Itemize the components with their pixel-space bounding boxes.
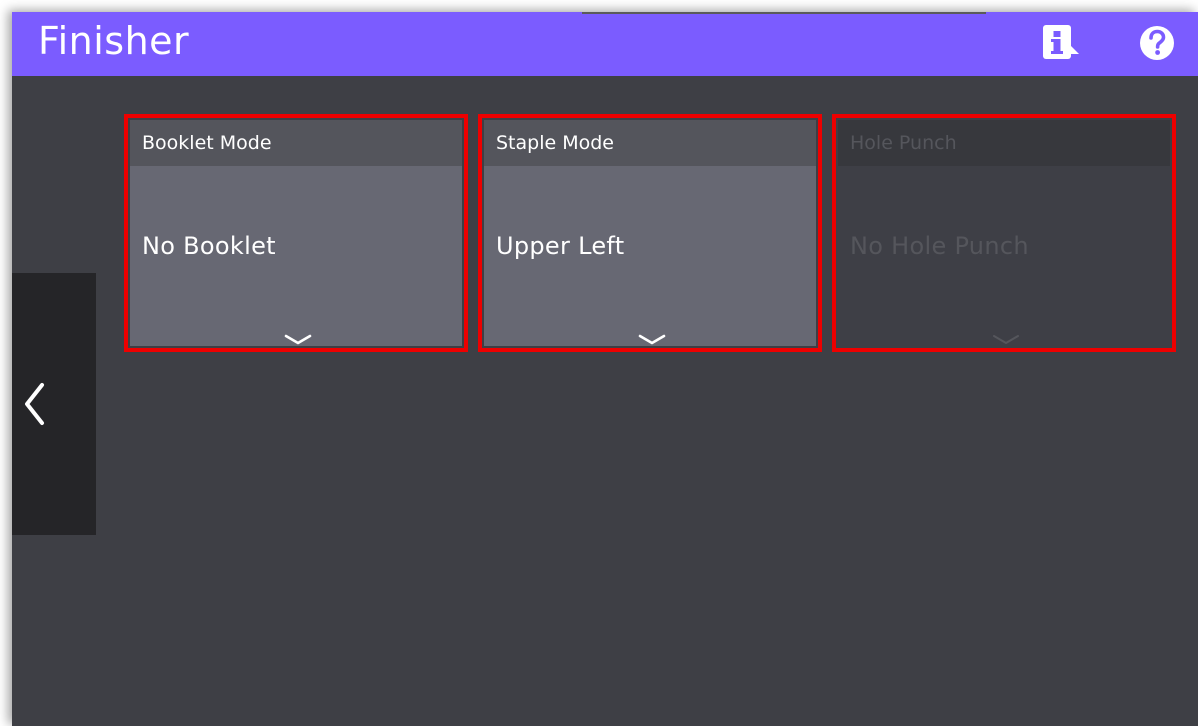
- finisher-screen: Finisher Booklet Mode No Booklet Staple …: [12, 12, 1198, 726]
- card-label: Hole Punch: [850, 132, 957, 154]
- card-value: Upper Left: [496, 232, 625, 260]
- card-header: Booklet Mode: [130, 120, 462, 166]
- chevron-down-icon: [993, 335, 1019, 344]
- hole-punch-card: Hole Punch No Hole Punch: [832, 114, 1176, 352]
- header-bar: Finisher: [12, 12, 1198, 76]
- card-label: Booklet Mode: [142, 132, 272, 154]
- booklet-mode-card[interactable]: Booklet Mode No Booklet: [124, 114, 468, 352]
- chevron-down-icon: [284, 334, 312, 345]
- card-body: No Hole Punch: [838, 166, 1170, 346]
- info-icon: [1043, 25, 1079, 59]
- card-label: Staple Mode: [496, 132, 614, 154]
- back-button[interactable]: [12, 273, 96, 535]
- help-button[interactable]: [1138, 24, 1176, 62]
- chevron-left-icon: [25, 383, 44, 425]
- card-body: No Booklet: [130, 166, 462, 346]
- card-value: No Hole Punch: [850, 232, 1029, 260]
- top-edge-line: [582, 12, 986, 14]
- help-icon: [1140, 26, 1174, 60]
- page-title: Finisher: [38, 19, 190, 63]
- staple-mode-card[interactable]: Staple Mode Upper Left: [478, 114, 822, 352]
- card-value: No Booklet: [142, 232, 276, 260]
- info-button[interactable]: [1042, 24, 1082, 64]
- card-body: Upper Left: [484, 166, 816, 346]
- card-header: Hole Punch: [838, 120, 1170, 166]
- card-header: Staple Mode: [484, 120, 816, 166]
- chevron-down-icon: [638, 334, 666, 345]
